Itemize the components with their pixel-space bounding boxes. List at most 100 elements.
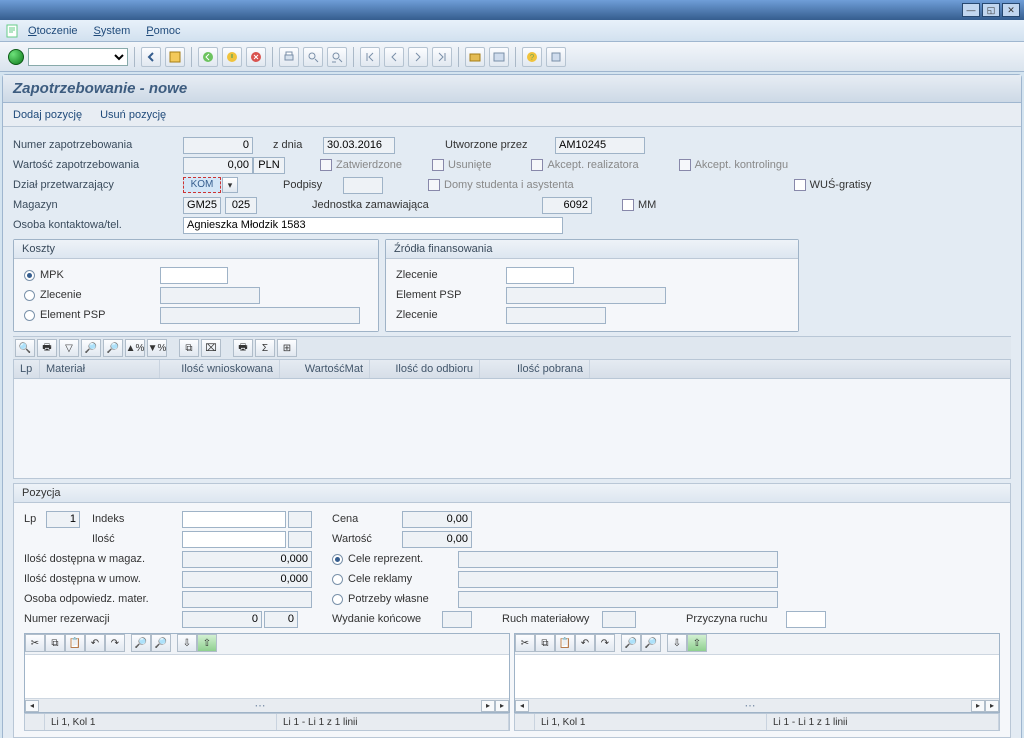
ed-r-copy-icon[interactable]: ⧉ xyxy=(535,634,555,652)
enter-button[interactable] xyxy=(8,49,24,65)
th-ilosc-odb[interactable]: Ilość do odbioru xyxy=(370,360,480,378)
last-page-icon[interactable] xyxy=(432,47,452,67)
gen-session-icon[interactable] xyxy=(489,47,509,67)
prev-page-icon[interactable] xyxy=(384,47,404,67)
alv-sort-desc-icon[interactable]: ▼% xyxy=(147,339,167,357)
dzial-field[interactable]: KOM xyxy=(183,177,221,193)
ed-l-redo-icon[interactable]: ↷ xyxy=(105,634,125,652)
radio-zlecenie[interactable] xyxy=(24,290,35,301)
ed-l-cut-icon[interactable]: ✂ xyxy=(25,634,45,652)
save-icon[interactable] xyxy=(165,47,185,67)
radio-mpk[interactable] xyxy=(24,270,35,281)
remove-position-button[interactable]: Usuń pozycję xyxy=(100,109,166,121)
radio-potrzeby[interactable] xyxy=(332,594,343,605)
chk-mm[interactable] xyxy=(622,199,634,211)
ed-r-redo-icon[interactable]: ↷ xyxy=(595,634,615,652)
k-zlecenie-input xyxy=(160,287,260,304)
ed-l-copy-icon[interactable]: ⧉ xyxy=(45,634,65,652)
ed-l-scroll-right-icon[interactable]: ▸ xyxy=(481,700,495,712)
alv-table-icon[interactable]: ⊞ xyxy=(277,339,297,357)
add-position-button[interactable]: Dodaj pozycję xyxy=(13,109,82,121)
ed-l-scrollbar[interactable]: ◂ ⋯ ▸ ▸ xyxy=(25,698,509,712)
status-r-pos: Li 1, Kol 1 xyxy=(535,714,767,730)
z-zlecenie-input[interactable] xyxy=(506,267,574,284)
find-icon[interactable] xyxy=(303,47,323,67)
dzial-search-help-icon[interactable]: ▾ xyxy=(222,177,238,193)
ed-l-find2-icon[interactable]: 🔎 xyxy=(151,634,171,652)
radio-psp[interactable] xyxy=(24,310,35,321)
ed-r-scroll-right2-icon[interactable]: ▸ xyxy=(985,700,999,712)
alv-print-icon[interactable]: 🖶 xyxy=(37,339,57,357)
close-button[interactable]: ✕ xyxy=(1002,3,1020,17)
ed-r-textarea[interactable] xyxy=(515,655,999,698)
alv-details-icon[interactable]: 🔍 xyxy=(15,339,35,357)
nav-exit-icon[interactable] xyxy=(222,47,242,67)
ed-r-paste-icon[interactable]: 📋 xyxy=(555,634,575,652)
ed-l-scroll-left-icon[interactable]: ◂ xyxy=(25,700,39,712)
alv-find-icon[interactable]: 🔎 xyxy=(81,339,101,357)
new-session-icon[interactable] xyxy=(465,47,485,67)
th-ilosc-wn[interactable]: Ilość wnioskowana xyxy=(160,360,280,378)
alv-layout-icon[interactable]: Σ xyxy=(255,339,275,357)
jednostka-field xyxy=(542,197,592,214)
alv-filter-icon[interactable]: ▽ xyxy=(59,339,79,357)
alv-export2-icon[interactable]: ⌧ xyxy=(201,339,221,357)
ed-r-cut-icon[interactable]: ✂ xyxy=(515,634,535,652)
editor-right: ✂ ⧉ 📋 ↶ ↷ 🔎 🔎 ⇩ ⇧ ◂ ⋯ ▸ ▸ xyxy=(514,633,1000,713)
mpk-input[interactable] xyxy=(160,267,228,284)
label-z-zlecenie: Zlecenie xyxy=(396,269,506,281)
label-mm: MM xyxy=(638,199,656,211)
radio-cele-rep[interactable] xyxy=(332,554,343,565)
find-next-icon[interactable] xyxy=(327,47,347,67)
menu-system[interactable]: System xyxy=(94,25,131,37)
poz-indeks-field[interactable] xyxy=(182,511,286,528)
th-ilosc-pob[interactable]: Ilość pobrana xyxy=(480,360,590,378)
th-lp[interactable]: Lp xyxy=(14,360,40,378)
przyczyna-field[interactable] xyxy=(786,611,826,628)
th-material[interactable]: Materiał xyxy=(40,360,160,378)
ed-l-undo-icon[interactable]: ↶ xyxy=(85,634,105,652)
ed-r-undo-icon[interactable]: ↶ xyxy=(575,634,595,652)
alv-print2-icon[interactable]: 🖶 xyxy=(233,339,253,357)
osoba-field[interactable] xyxy=(183,217,563,234)
minimize-button[interactable]: — xyxy=(962,3,980,17)
ed-r-find-icon[interactable]: 🔎 xyxy=(621,634,641,652)
ed-r-scroll-right-icon[interactable]: ▸ xyxy=(971,700,985,712)
ed-l-load-icon[interactable]: ⇩ xyxy=(177,634,197,652)
alv-find2-icon[interactable]: 🔎 xyxy=(103,339,123,357)
cele-rep-field xyxy=(458,551,778,568)
label-cele-rek: Cele reklamy xyxy=(348,573,458,585)
ed-r-save-icon[interactable]: ⇧ xyxy=(687,634,707,652)
ed-r-scroll-left-icon[interactable]: ◂ xyxy=(515,700,529,712)
ed-l-find-icon[interactable]: 🔎 xyxy=(131,634,151,652)
ed-r-load-icon[interactable]: ⇩ xyxy=(667,634,687,652)
poz-ilosc-field[interactable] xyxy=(182,531,286,548)
cancel-icon[interactable] xyxy=(246,47,266,67)
ed-r-find2-icon[interactable]: 🔎 xyxy=(641,634,661,652)
ed-l-save-icon[interactable]: ⇧ xyxy=(197,634,217,652)
menu-pomoc[interactable]: Pomoc xyxy=(146,25,180,37)
alv-sort-asc-icon[interactable]: ▲% xyxy=(125,339,145,357)
zrodla-box: Źródła finansowania Zlecenie Element PSP… xyxy=(385,239,799,332)
ed-l-textarea[interactable] xyxy=(25,655,509,698)
radio-cele-rek[interactable] xyxy=(332,574,343,585)
command-field[interactable] xyxy=(28,48,128,66)
back-icon[interactable] xyxy=(141,47,161,67)
th-wartmat[interactable]: WartośćMat xyxy=(280,360,370,378)
help-icon[interactable]: ? xyxy=(522,47,542,67)
alv-export-icon[interactable]: ⧉ xyxy=(179,339,199,357)
first-page-icon[interactable] xyxy=(360,47,380,67)
chk-wus[interactable] xyxy=(794,179,806,191)
ed-r-scrollbar[interactable]: ◂ ⋯ ▸ ▸ xyxy=(515,698,999,712)
ed-l-scroll-right2-icon[interactable]: ▸ xyxy=(495,700,509,712)
nav-back-icon[interactable] xyxy=(198,47,218,67)
restore-button[interactable]: ◱ xyxy=(982,3,1000,17)
rez2-field xyxy=(264,611,298,628)
customize-icon[interactable] xyxy=(546,47,566,67)
next-page-icon[interactable] xyxy=(408,47,428,67)
menu-otoczenie[interactable]: Otoczenie xyxy=(28,25,78,37)
rez1-field xyxy=(182,611,262,628)
ed-l-paste-icon[interactable]: 📋 xyxy=(65,634,85,652)
standard-toolbar: ? xyxy=(0,42,1024,72)
print-icon[interactable] xyxy=(279,47,299,67)
